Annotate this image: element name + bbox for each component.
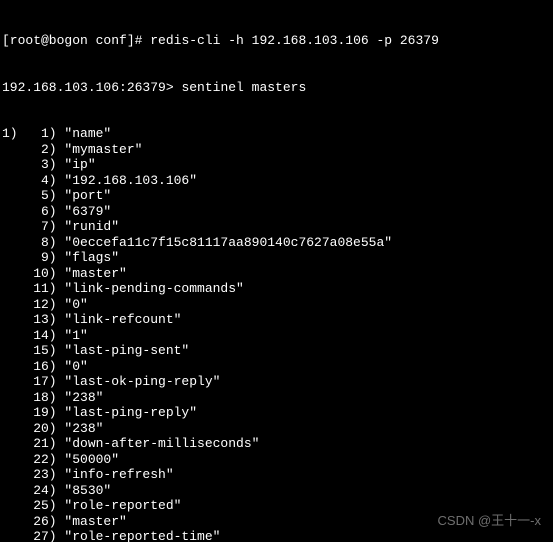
result-row: 21) "down-after-milliseconds" <box>2 436 553 452</box>
result-row: 3) "ip" <box>2 157 553 173</box>
result-row: 14) "1" <box>2 328 553 344</box>
result-row: 16) "0" <box>2 359 553 375</box>
redis-command: sentinel masters <box>181 80 306 95</box>
result-row: 2) "mymaster" <box>2 142 553 158</box>
result-row: 9) "flags" <box>2 250 553 266</box>
redis-prompt: 192.168.103.106:26379> <box>2 80 181 95</box>
shell-prompt-line: [root@bogon conf]# redis-cli -h 192.168.… <box>2 33 553 49</box>
result-row: 12) "0" <box>2 297 553 313</box>
result-row: 25) "role-reported" <box>2 498 553 514</box>
result-row: 26) "master" <box>2 514 553 530</box>
shell-prompt: [root@bogon conf]# <box>2 33 150 48</box>
result-row: 8) "0eccefa11c7f15c81117aa890140c7627a08… <box>2 235 553 251</box>
result-row: 20) "238" <box>2 421 553 437</box>
result-row: 18) "238" <box>2 390 553 406</box>
result-row: 6) "6379" <box>2 204 553 220</box>
result-row: 23) "info-refresh" <box>2 467 553 483</box>
result-row: 7) "runid" <box>2 219 553 235</box>
result-row: 5) "port" <box>2 188 553 204</box>
shell-command: redis-cli -h 192.168.103.106 -p 26379 <box>150 33 439 48</box>
result-row: 27) "role-reported-time" <box>2 529 553 542</box>
result-row: 19) "last-ping-reply" <box>2 405 553 421</box>
result-list: 1) 1) "name" 2) "mymaster" 3) "ip" 4) "1… <box>2 126 553 542</box>
result-row: 15) "last-ping-sent" <box>2 343 553 359</box>
result-row: 10) "master" <box>2 266 553 282</box>
result-row: 11) "link-pending-commands" <box>2 281 553 297</box>
terminal-output[interactable]: [root@bogon conf]# redis-cli -h 192.168.… <box>0 0 553 542</box>
result-row: 1) 1) "name" <box>2 126 553 142</box>
result-row: 22) "50000" <box>2 452 553 468</box>
result-row: 13) "link-refcount" <box>2 312 553 328</box>
redis-prompt-line: 192.168.103.106:26379> sentinel masters <box>2 80 553 96</box>
result-row: 24) "8530" <box>2 483 553 499</box>
result-row: 4) "192.168.103.106" <box>2 173 553 189</box>
result-row: 17) "last-ok-ping-reply" <box>2 374 553 390</box>
